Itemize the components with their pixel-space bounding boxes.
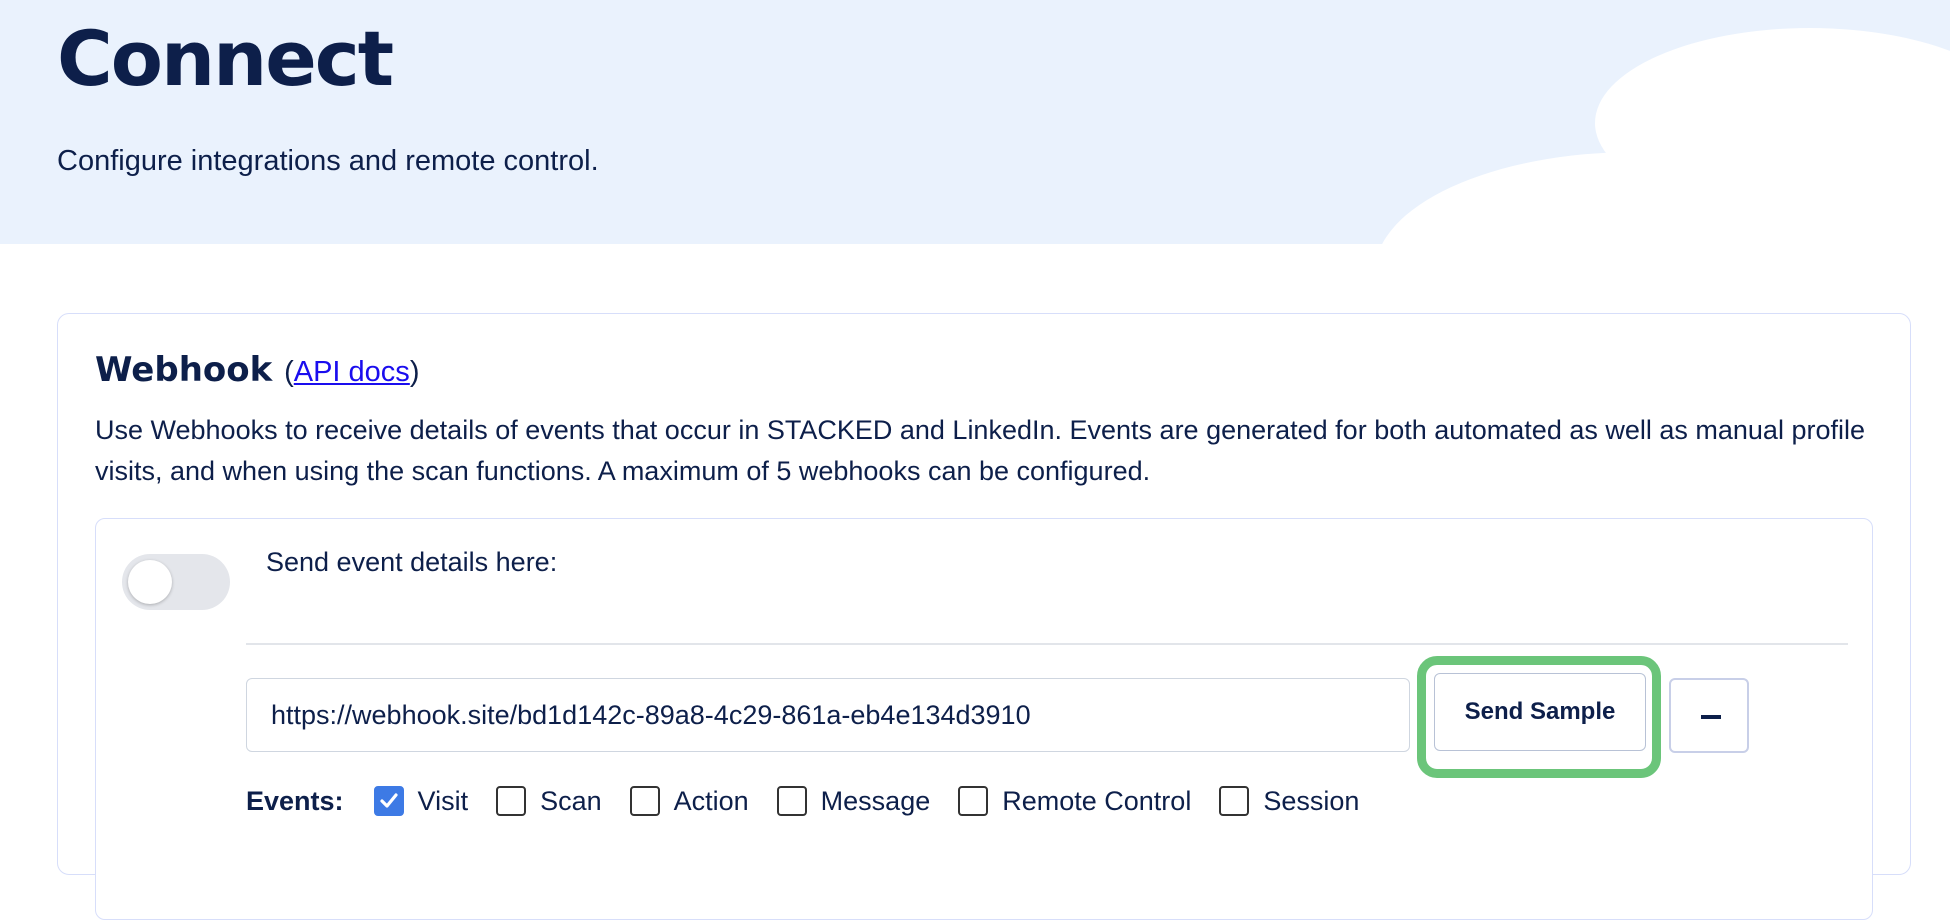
webhook-entry: Send event details here: Send Sample Eve… — [95, 518, 1873, 920]
toggle-knob — [128, 560, 172, 604]
page-subtitle: Configure integrations and remote contro… — [57, 145, 599, 177]
session-checkbox[interactable] — [1219, 786, 1250, 816]
message-label: Message — [820, 785, 931, 816]
webhook-heading: Webhook — [95, 350, 273, 390]
session-label: Session — [1263, 785, 1360, 816]
scan-checkbox[interactable] — [496, 786, 527, 816]
events-row: Events: Visit Scan Action Message Remote… — [246, 781, 1387, 821]
divider — [246, 643, 1848, 645]
visit-checkbox[interactable] — [373, 786, 404, 816]
event-message[interactable]: Message — [776, 785, 931, 817]
webhook-url-input[interactable] — [246, 678, 1410, 752]
page-header: Connect Configure integrations and remot… — [0, 0, 1950, 244]
send-sample-button[interactable]: Send Sample — [1434, 673, 1646, 751]
api-docs-wrap: (API docs) — [284, 356, 419, 388]
webhook-description: Use Webhooks to receive details of event… — [95, 415, 1865, 486]
message-checkbox[interactable] — [776, 786, 807, 816]
remote-control-checkbox[interactable] — [958, 786, 989, 816]
action-label: Action — [673, 785, 749, 816]
event-remote-control[interactable]: Remote Control — [958, 786, 1191, 817]
webhook-card: Webhook (API docs) Use Webhooks to recei… — [57, 313, 1911, 920]
paren-open: ( — [284, 356, 294, 388]
visit-label: Visit — [417, 785, 469, 816]
webhook-enabled-toggle[interactable] — [122, 554, 230, 610]
api-docs-link[interactable]: API docs — [294, 356, 410, 388]
minus-icon — [1701, 715, 1721, 719]
scan-label: Scan — [540, 785, 602, 816]
page-title: Connect — [57, 14, 394, 103]
event-session[interactable]: Session — [1219, 786, 1359, 817]
event-action[interactable]: Action — [629, 785, 749, 817]
event-scan[interactable]: Scan — [496, 786, 602, 817]
paren-close: ) — [409, 356, 420, 388]
remove-webhook-button[interactable] — [1669, 678, 1749, 753]
send-event-label: Send event details here: — [266, 547, 558, 577]
event-visit[interactable]: Visit — [373, 785, 469, 817]
action-checkbox[interactable] — [629, 786, 660, 816]
remote-control-label: Remote Control — [1002, 785, 1192, 816]
webhook-section-title: Webhook (API docs) — [95, 350, 419, 390]
events-label: Events: — [246, 785, 344, 816]
